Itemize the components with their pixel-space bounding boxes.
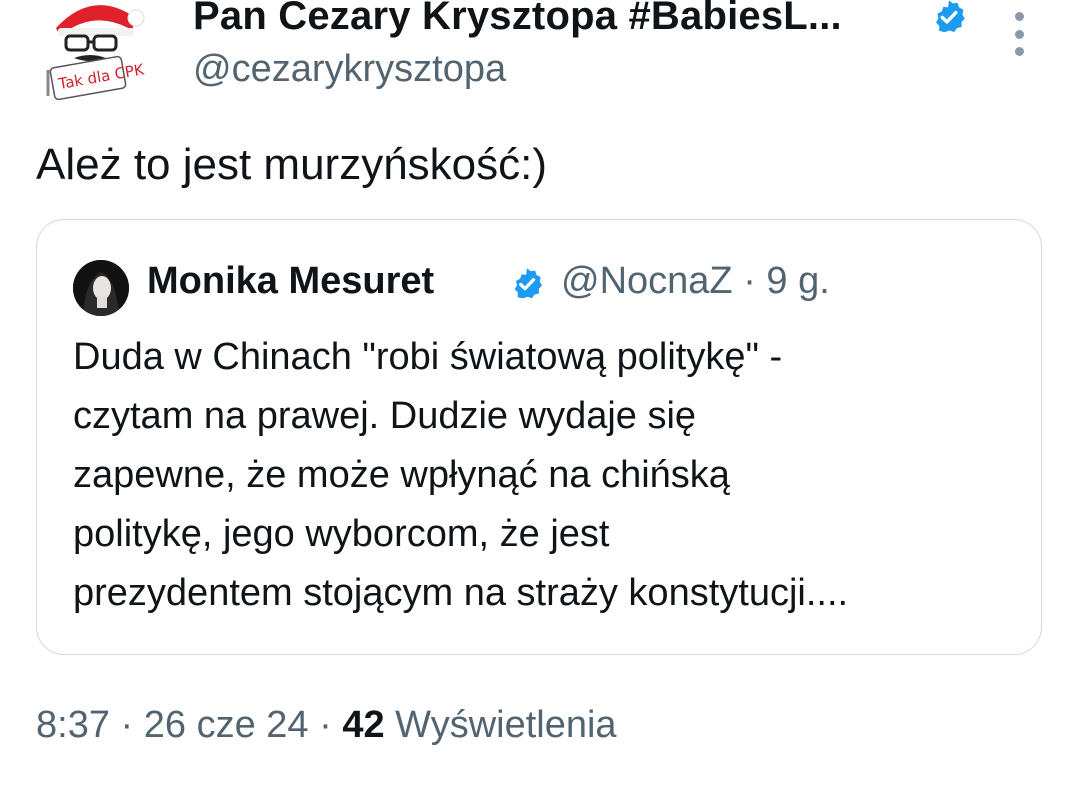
quoted-author-avatar[interactable] (73, 260, 129, 316)
quoted-time[interactable]: 9 g. (766, 260, 829, 302)
author-avatar[interactable]: Tak dla CPK (38, 0, 156, 100)
tweet-date[interactable]: 26 cze 24 (144, 704, 309, 746)
author-handle[interactable]: @cezarykrysztopa (193, 48, 506, 91)
author-display-name[interactable]: Pan Cezary Krysztopa #BabiesL... (193, 0, 842, 39)
quoted-tweet-card[interactable]: Monika Mesuret @NocnaZ · 9 g. Duda w Chi… (36, 219, 1042, 655)
meta-separator: · (743, 260, 756, 302)
views-count[interactable]: 42 (342, 704, 384, 746)
tweet-time[interactable]: 8:37 (36, 704, 110, 746)
quoted-text: Duda w Chinach "robi światową politykę" … (73, 328, 1033, 623)
more-vertical-icon[interactable] (1004, 12, 1034, 56)
quoted-text-line: czytam na prawej. Dudzie wydaje się (73, 395, 697, 437)
views-label[interactable]: Wyświetlenia (395, 704, 616, 746)
footer-separator: · (319, 704, 332, 746)
quoted-meta: @NocnaZ · 9 g. (561, 260, 830, 303)
more-dot (1014, 29, 1024, 39)
tweet-header: Tak dla CPK Pan Cezary Krysztopa #Babies… (0, 0, 1080, 110)
verified-badge-icon (930, 0, 968, 36)
quoted-text-line: politykę, jego wyborcom, że jest (73, 513, 610, 555)
more-dot (1014, 47, 1024, 56)
quoted-author-name[interactable]: Monika Mesuret (147, 260, 434, 303)
verified-badge-icon (509, 266, 545, 302)
quoted-text-line: prezydentem stojącym na straży konstytuc… (73, 572, 849, 614)
tweet-text: Ależ to jest murzyńskość:) (36, 140, 548, 189)
more-dot (1014, 12, 1024, 21)
footer-separator: · (120, 704, 134, 746)
quoted-handle[interactable]: @NocnaZ (561, 260, 733, 302)
quoted-text-line: zapewne, że może wpłynąć na chińską (73, 454, 730, 496)
quoted-text-line: Duda w Chinach "robi światową politykę" … (73, 336, 783, 378)
tweet-footer: 8:37 · 26 cze 24 · 42 Wyświetlenia (36, 704, 617, 747)
